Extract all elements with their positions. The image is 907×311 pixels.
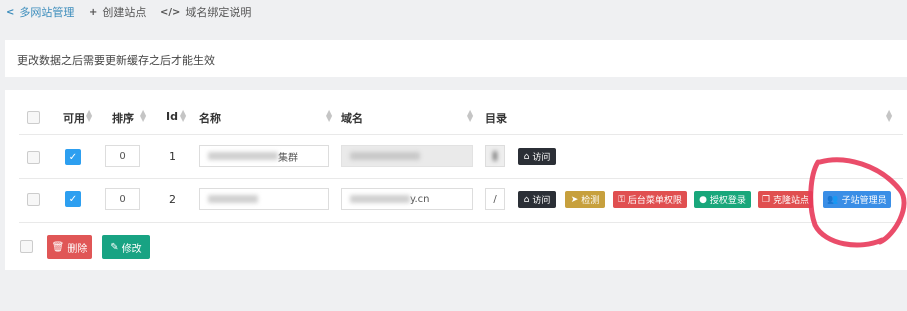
- select-all-footer-checkbox[interactable]: [20, 240, 33, 253]
- code-icon: </>: [160, 6, 181, 18]
- annotation-circle: [808, 157, 907, 248]
- cache-notice: 更改数据之后需要更新缓存之后才能生效: [5, 40, 907, 77]
- delete-button[interactable]: 🗑 删除: [47, 235, 92, 259]
- sort-input[interactable]: 0: [105, 145, 140, 167]
- domain-input[interactable]: [341, 145, 473, 167]
- send-icon: ➤: [570, 194, 579, 205]
- divider: [19, 178, 903, 179]
- header-name[interactable]: 名称: [199, 110, 221, 126]
- top-nav: < 多网站管理 + 创建站点 </> 域名绑定说明: [0, 0, 907, 28]
- notice-text: 更改数据之后需要更新缓存之后才能生效: [17, 54, 215, 67]
- redacted-text: [493, 151, 497, 161]
- dir-input[interactable]: /: [485, 188, 505, 210]
- redacted-text: [350, 152, 420, 160]
- home-icon: ⌂: [523, 194, 530, 205]
- enabled-toggle[interactable]: ✓: [65, 149, 81, 165]
- home-icon: ⌂: [523, 151, 530, 162]
- redacted-text: [350, 195, 410, 203]
- row-checkbox[interactable]: [27, 193, 40, 206]
- nav-domain-help[interactable]: </> 域名绑定说明: [160, 3, 251, 21]
- enabled-toggle[interactable]: ✓: [65, 191, 81, 207]
- row-checkbox[interactable]: [27, 151, 40, 164]
- name-input[interactable]: [199, 188, 329, 210]
- nav-multi-site[interactable]: < 多网站管理: [6, 3, 74, 21]
- visit-button[interactable]: ⌂ 访问: [518, 148, 556, 165]
- edit-button[interactable]: ✎ 修改: [102, 235, 150, 259]
- clone-icon: ❐: [761, 194, 771, 205]
- menu-permission-button[interactable]: ⚿ 后台菜单权限: [613, 191, 687, 208]
- header-dir: 目录: [485, 112, 507, 125]
- sort-icon[interactable]: ▲ ▼: [140, 109, 146, 123]
- sort-icon[interactable]: ▲ ▼: [467, 109, 473, 123]
- select-all-checkbox[interactable]: [27, 111, 40, 124]
- divider: [19, 134, 903, 135]
- trash-icon: 🗑: [51, 241, 65, 253]
- sort-input[interactable]: 0: [105, 188, 140, 210]
- header-sort[interactable]: 排序: [112, 110, 134, 126]
- sort-icon[interactable]: ▲ ▼: [180, 109, 186, 123]
- user-icon: ●: [699, 194, 707, 205]
- header-enabled[interactable]: 可用: [63, 110, 85, 126]
- divider: [19, 222, 903, 223]
- sort-icon[interactable]: ▲ ▼: [86, 109, 92, 123]
- row-id: 1: [169, 150, 176, 163]
- edit-icon: ✎: [110, 241, 119, 253]
- name-input[interactable]: 集群: [199, 145, 329, 167]
- check-button[interactable]: ➤ 检测: [565, 191, 605, 208]
- row-id: 2: [169, 193, 176, 206]
- auth-login-button[interactable]: ● 授权登录: [694, 191, 751, 208]
- sort-icon[interactable]: ▲ ▼: [886, 109, 892, 123]
- header-id[interactable]: Id: [166, 110, 178, 123]
- redacted-text: [208, 152, 278, 160]
- visit-button[interactable]: ⌂ 访问: [518, 191, 556, 208]
- sort-icon[interactable]: ▲ ▼: [326, 109, 332, 123]
- nav-create-site[interactable]: + 创建站点: [89, 3, 146, 21]
- domain-input[interactable]: y.cn: [341, 188, 473, 210]
- plus-icon: +: [89, 6, 98, 18]
- dir-input[interactable]: [485, 145, 505, 167]
- share-icon: <: [6, 6, 15, 18]
- header-domain[interactable]: 域名: [341, 110, 363, 126]
- redacted-text: [208, 195, 258, 203]
- lock-icon: ⚿: [618, 194, 625, 205]
